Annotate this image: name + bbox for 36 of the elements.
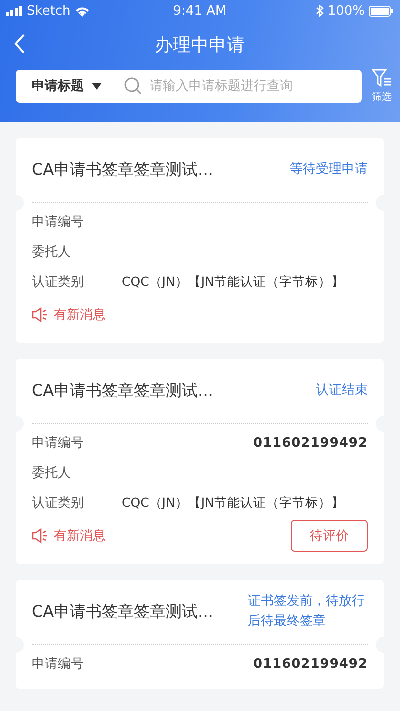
new-message-text[interactable]: 有新消息 — [54, 527, 106, 545]
field-value: 011602199492 — [253, 436, 368, 450]
search-field[interactable]: 申请标题 请输入申请标题进行查询 — [16, 70, 362, 102]
carrier-name: Sketch — [27, 4, 71, 18]
clock-time: 9:41 AM — [173, 4, 227, 18]
field-value: 011602199492 — [253, 656, 368, 672]
field-label: 申请编号 — [32, 214, 85, 231]
card-title: CA申请书签章签章测试... — [32, 160, 214, 180]
speaker-icon — [32, 307, 48, 323]
battery-percent: 100% — [328, 4, 365, 18]
battery-icon — [369, 6, 394, 16]
field-label: 委托人 — [32, 465, 72, 482]
bluetooth-icon — [316, 5, 324, 17]
new-message-text[interactable]: 有新消息 — [54, 306, 106, 324]
wifi-icon — [74, 6, 90, 16]
signal-icon — [6, 6, 23, 16]
rate-button[interactable]: 待评价 — [291, 520, 368, 552]
field-label: 申请编号 — [32, 435, 85, 452]
status-label: 认证结束 — [316, 382, 368, 400]
field-label: 委托人 — [32, 244, 72, 261]
filter-icon — [372, 68, 392, 88]
status-label: 等待受理申请 — [290, 161, 368, 179]
card-title: CA申请书签章签章测试... — [32, 380, 214, 402]
field-label: 认证类别 — [32, 495, 85, 512]
back-icon[interactable] — [14, 34, 26, 54]
search-type-dropdown[interactable]: 申请标题 — [32, 77, 84, 95]
card-title: CA申请书签章签章测试... — [32, 602, 214, 622]
field-label: 申请编号 — [32, 656, 85, 673]
field-value: CQC（JN）【JN节能认证（字节标）】 — [122, 494, 346, 512]
page-title: 办理中申请 — [155, 34, 245, 57]
field-label: 认证类别 — [32, 274, 85, 291]
caret-icon — [92, 82, 102, 90]
field-value: CQC（JN）【JN节能认证（字节标）】 — [122, 274, 346, 290]
status-label: 证书签发前，待放行后待最终签章 — [248, 593, 366, 631]
search-icon — [124, 77, 142, 95]
speaker-icon — [32, 528, 48, 544]
